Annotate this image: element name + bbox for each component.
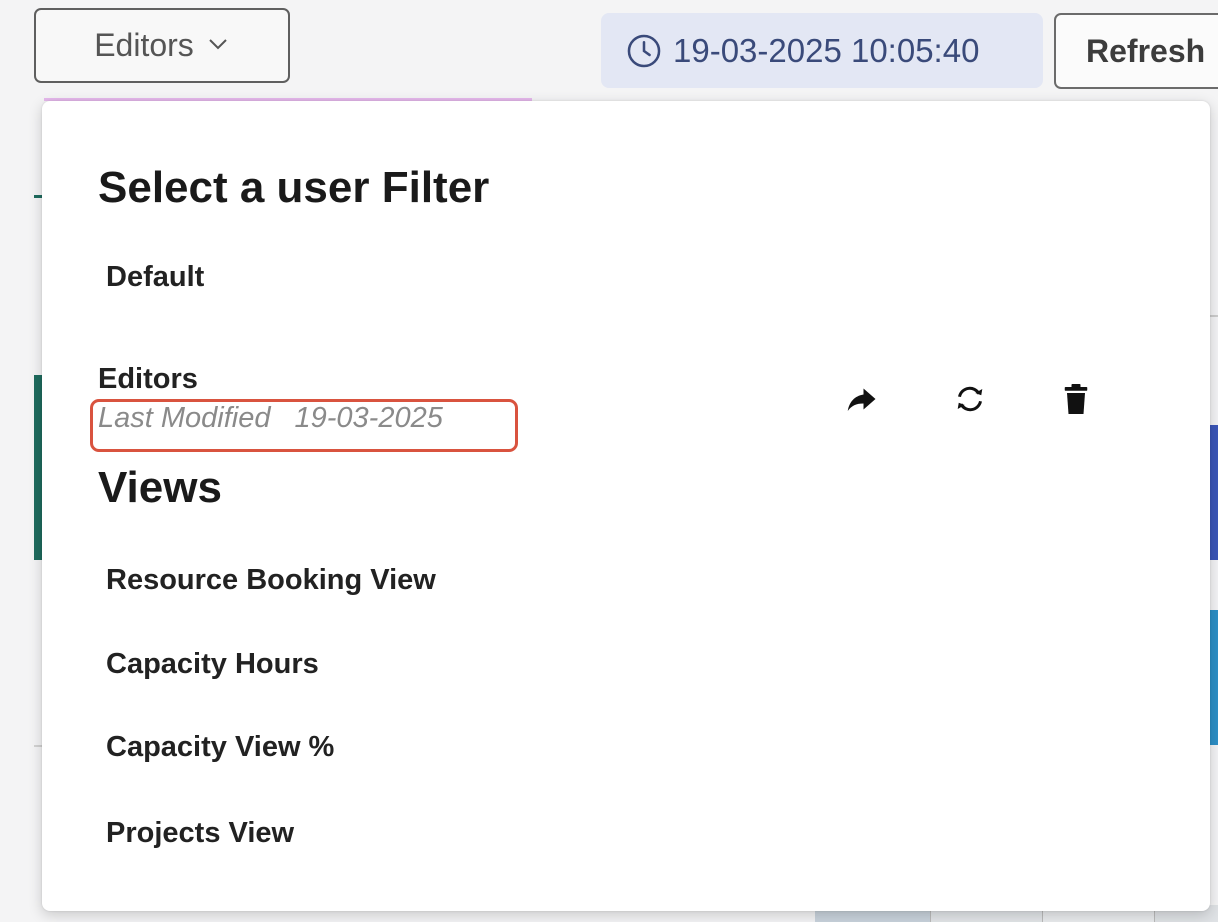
background-cyan-bar — [1209, 610, 1218, 745]
last-modified-label: Last Modified — [98, 402, 271, 434]
chevron-down-icon — [209, 38, 227, 49]
view-option-capacity-percent[interactable]: Capacity View % — [106, 731, 334, 764]
last-modified-info: Last Modified 19-03-2025 — [98, 402, 443, 435]
user-filter-dropdown[interactable]: Editors — [34, 8, 290, 83]
filter-option-default[interactable]: Default — [106, 261, 204, 294]
saved-filter-row: Editors Last Modified 19-03-2025 — [90, 363, 1148, 453]
refresh-button-label: Refresh — [1086, 32, 1206, 69]
last-modified-date: 19-03-2025 — [294, 402, 443, 434]
user-filter-dropdown-label: Editors — [94, 27, 194, 63]
share-icon — [847, 388, 876, 411]
last-refresh-timestamp: 19-03-2025 10:05:40 — [601, 13, 1043, 88]
saved-filter-name[interactable]: Editors — [98, 363, 198, 396]
background-divider-right — [1209, 315, 1218, 317]
clock-icon — [627, 34, 661, 67]
background-blue-bar — [1209, 425, 1218, 560]
reload-icon — [957, 386, 983, 412]
view-option-capacity-hours[interactable]: Capacity Hours — [106, 648, 319, 681]
view-option-projects[interactable]: Projects View — [106, 817, 294, 850]
refresh-button[interactable]: Refresh — [1054, 13, 1218, 89]
user-filter-panel: Select a user Filter Default Editors Las… — [42, 101, 1210, 911]
delete-filter-button[interactable] — [1056, 379, 1096, 419]
panel-title: Select a user Filter — [98, 163, 490, 212]
update-filter-button[interactable] — [950, 379, 990, 419]
trash-icon — [1064, 384, 1088, 414]
views-heading: Views — [98, 463, 222, 512]
timestamp-text: 19-03-2025 10:05:40 — [673, 31, 980, 69]
view-option-resource-booking[interactable]: Resource Booking View — [106, 564, 436, 597]
share-filter-button[interactable] — [842, 379, 882, 419]
